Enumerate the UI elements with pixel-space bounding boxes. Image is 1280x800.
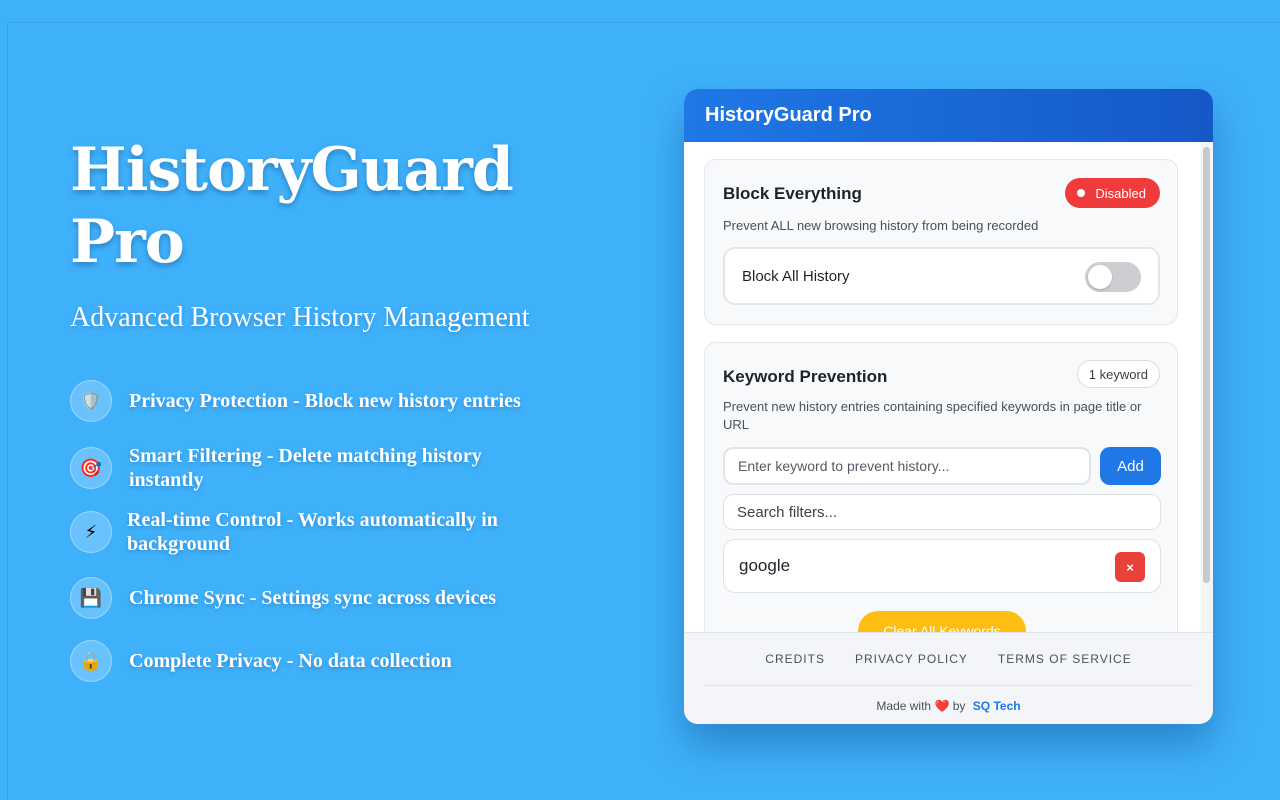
keyword-item: google × xyxy=(723,539,1161,593)
lightning-icon: ⚡ xyxy=(70,511,112,553)
heart-icon: ❤️ xyxy=(934,699,950,713)
keyword-prevention-description: Prevent new history entries containing s… xyxy=(723,399,1142,432)
status-dot-icon xyxy=(1077,189,1086,197)
keyword-text: google xyxy=(739,556,791,575)
feature-privacy-protection: 🛡️ Privacy Protection - Block new histor… xyxy=(70,380,610,422)
hero-subtitle: Advanced Browser History Management xyxy=(70,302,530,333)
footer-divider xyxy=(704,685,1193,686)
feature-text: Smart Filtering - Delete matching histor… xyxy=(129,445,482,491)
keyword-input[interactable] xyxy=(723,447,1091,485)
shield-icon: 🛡️ xyxy=(70,380,112,422)
block-all-history-row: Block All History xyxy=(723,247,1160,305)
popup-body: Block Everything Disabled Prevent ALL ne… xyxy=(684,142,1213,632)
add-keyword-button[interactable]: Add xyxy=(1100,447,1161,485)
search-filters-input[interactable] xyxy=(723,494,1161,530)
feature-text: Real-time Control - Works automatically … xyxy=(127,509,498,555)
privacy-policy-link[interactable]: PRIVACY POLICY xyxy=(855,652,968,666)
hero-title-line2: Pro xyxy=(70,207,185,277)
hero-title: HistoryGuard Pro xyxy=(70,134,590,278)
feature-text: Complete Privacy - No data collection xyxy=(129,650,452,672)
sq-tech-link[interactable]: SQ Tech xyxy=(973,699,1021,713)
floppy-disk-icon: 💾 xyxy=(70,577,112,619)
terms-of-service-link[interactable]: TERMS OF SERVICE xyxy=(998,652,1132,666)
keyword-prevention-card: Keyword Prevention 1 keyword Prevent new… xyxy=(704,342,1178,632)
block-all-history-label: Block All History xyxy=(742,268,850,285)
block-everything-title: Block Everything xyxy=(723,184,862,203)
block-everything-description: Prevent ALL new browsing history from be… xyxy=(723,218,1039,233)
popup-footer: CREDITS PRIVACY POLICY TERMS OF SERVICE … xyxy=(684,632,1213,724)
feature-chrome-sync: 💾 Chrome Sync - Settings sync across dev… xyxy=(70,577,610,619)
remove-keyword-button[interactable]: × xyxy=(1115,552,1145,582)
toggle-knob xyxy=(1088,265,1112,289)
keyword-prevention-title: Keyword Prevention xyxy=(723,367,888,386)
hero-title-line1: HistoryGuard xyxy=(70,135,514,205)
footer-links: CREDITS PRIVACY POLICY TERMS OF SERVICE xyxy=(684,652,1213,666)
feature-text: Chrome Sync - Settings sync across devic… xyxy=(129,587,497,609)
feature-smart-filtering: 🎯 Smart Filtering - Delete matching hist… xyxy=(70,444,610,492)
block-all-history-toggle[interactable] xyxy=(1085,262,1141,292)
keyword-count-badge: 1 keyword xyxy=(1076,360,1160,388)
extension-popup: HistoryGuard Pro Block Everything Disabl… xyxy=(684,89,1213,724)
block-everything-card: Block Everything Disabled Prevent ALL ne… xyxy=(704,159,1178,325)
status-badge-label: Disabled xyxy=(1095,185,1146,201)
credits-link[interactable]: CREDITS xyxy=(765,652,825,666)
by-text: by xyxy=(952,699,966,713)
lock-icon: 🔒 xyxy=(70,640,112,682)
popup-scrollbar-thumb[interactable] xyxy=(1203,147,1210,583)
clear-all-keywords-button[interactable]: Clear All Keywords xyxy=(858,611,1026,632)
feature-complete-privacy: 🔒 Complete Privacy - No data collection xyxy=(70,640,610,682)
target-icon: 🎯 xyxy=(70,447,112,489)
feature-real-time-control: ⚡ Real-time Control - Works automaticall… xyxy=(70,508,610,556)
feature-text: Privacy Protection - Block new history e… xyxy=(129,390,521,412)
made-with-credit: Made with ❤️ by SQ Tech xyxy=(684,699,1213,713)
popup-header: HistoryGuard Pro xyxy=(684,89,1213,142)
status-badge: Disabled xyxy=(1065,178,1160,208)
made-with-text: Made with xyxy=(876,699,932,713)
